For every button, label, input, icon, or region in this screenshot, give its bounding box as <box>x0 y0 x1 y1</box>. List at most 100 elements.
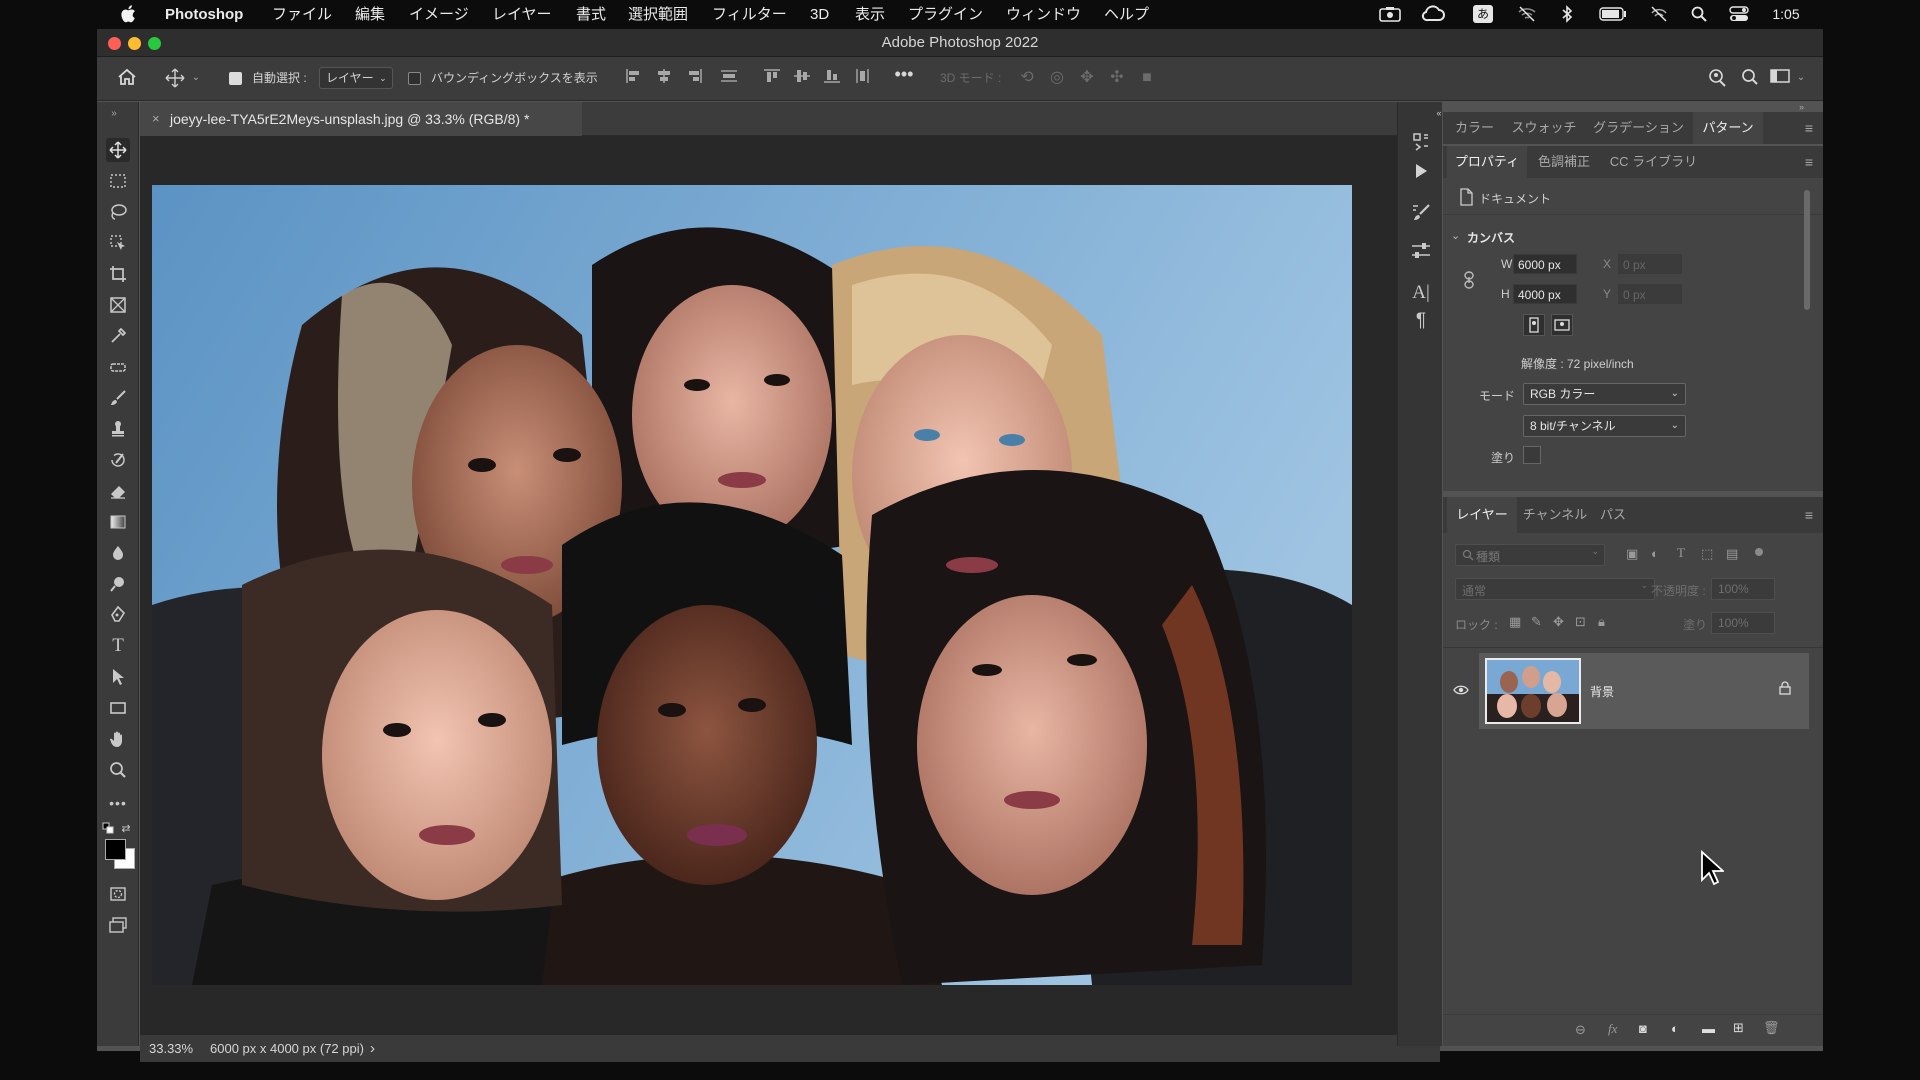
eraser-tool-icon[interactable] <box>106 479 130 503</box>
home-icon[interactable] <box>117 68 137 88</box>
workspace-dropdown-icon[interactable]: ⌄ <box>1791 68 1811 88</box>
3d-camera-icon[interactable]: ■ <box>1137 68 1157 88</box>
canvas-fill-color-swatch[interactable] <box>1523 446 1541 464</box>
new-layer-icon[interactable]: ⊞ <box>1733 1020 1744 1036</box>
menu-edit[interactable]: 編集 <box>355 0 385 29</box>
adjustments-sliders-icon[interactable] <box>1410 242 1432 264</box>
tab-properties[interactable]: プロパティ <box>1447 146 1527 178</box>
tab-swatches[interactable]: スウォッチ <box>1504 112 1584 144</box>
spot-healing-brush-tool-icon[interactable] <box>106 355 130 379</box>
blur-tool-icon[interactable] <box>106 541 130 565</box>
lock-image-pixels-icon[interactable]: ✎ <box>1531 614 1542 630</box>
delete-layer-trash-icon[interactable]: 🗑︎ <box>1763 1020 1780 1036</box>
layer-style-fx-icon[interactable]: fx <box>1608 1021 1617 1037</box>
eyedropper-tool-icon[interactable] <box>106 324 130 348</box>
filter-pixel-layer-icon[interactable]: ▣ <box>1626 546 1638 562</box>
menu-layer[interactable]: レイヤー <box>492 0 552 29</box>
rectangle-tool-icon[interactable] <box>106 696 130 720</box>
tab-channels[interactable]: チャンネル <box>1519 497 1591 533</box>
filter-shape-layer-icon[interactable]: ⬚ <box>1701 546 1713 562</box>
canvas-y-field[interactable]: 0 px <box>1618 284 1682 304</box>
auto-select-target-select[interactable]: レイヤー ⌄ <box>319 67 393 89</box>
status-info-menu-icon[interactable]: › <box>370 1035 375 1062</box>
align-bottom-icon[interactable] <box>822 68 842 88</box>
tab-gradients[interactable]: グラデーション <box>1586 112 1691 144</box>
zoom-tool-icon[interactable] <box>106 758 130 782</box>
hand-tool-icon[interactable] <box>106 727 130 751</box>
properties-scrollbar-thumb[interactable] <box>1804 190 1810 310</box>
menu-select[interactable]: 選択範囲 <box>628 0 688 29</box>
close-document-icon[interactable]: × <box>152 102 160 136</box>
history-brush-tool-icon[interactable] <box>106 448 130 472</box>
align-horizontal-center-icon[interactable] <box>654 68 674 88</box>
spotlight-search-icon[interactable] <box>1688 0 1710 29</box>
lock-position-icon[interactable]: ✥ <box>1553 614 1564 630</box>
new-adjustment-layer-icon[interactable]: ◐ <box>1671 1021 1679 1036</box>
lock-transparent-pixels-icon[interactable]: ▦ <box>1509 614 1521 630</box>
distribute-horizontal-icon[interactable] <box>853 68 873 88</box>
quick-mask-icon[interactable] <box>106 882 130 906</box>
path-selection-tool-icon[interactable] <box>106 665 130 689</box>
zoom-level[interactable]: 33.33% <box>149 1035 193 1062</box>
pen-tool-icon[interactable] <box>106 603 130 627</box>
creative-cloud-icon[interactable] <box>1420 0 1446 29</box>
menu-help[interactable]: ヘルプ <box>1104 0 1149 29</box>
canvas-section-title[interactable]: カンバス <box>1467 229 1515 246</box>
layer-row-background[interactable]: 背景 <box>1479 653 1809 729</box>
filter-toggle-icon[interactable] <box>1755 548 1763 556</box>
panel-menu-icon[interactable]: ≡ <box>1805 120 1813 136</box>
align-right-icon[interactable] <box>684 68 704 88</box>
brush-tool-icon[interactable] <box>106 386 130 410</box>
3d-slide-icon[interactable]: ✣ <box>1107 68 1127 88</box>
tab-color[interactable]: カラー <box>1447 112 1502 144</box>
dodge-tool-icon[interactable] <box>106 572 130 596</box>
menu-window[interactable]: ウィンドウ <box>1006 0 1081 29</box>
link-dimensions-icon[interactable] <box>1463 271 1475 294</box>
portrait-orientation-button[interactable] <box>1523 314 1545 336</box>
document-tab[interactable]: × joeyy-lee-TYA5rE2Meys-unsplash.jpg @ 3… <box>140 102 582 136</box>
workspace-icon[interactable] <box>1770 68 1790 88</box>
menu-app-name[interactable]: Photoshop <box>165 0 243 29</box>
canvas-height-field[interactable]: 4000 px <box>1513 284 1577 304</box>
lock-artboard-icon[interactable]: ⊡ <box>1575 614 1586 630</box>
canvas-x-field[interactable]: 0 px <box>1618 254 1682 274</box>
align-left-icon[interactable] <box>624 68 644 88</box>
move-tool-icon[interactable] <box>106 138 130 162</box>
layer-lock-icon[interactable] <box>1779 681 1791 700</box>
3d-orbit-icon[interactable]: ⟲ <box>1017 68 1037 88</box>
menu-view[interactable]: 表示 <box>855 0 885 29</box>
screen-mode-icon[interactable] <box>106 913 130 937</box>
character-panel-icon[interactable]: A| <box>1410 282 1432 304</box>
paragraph-panel-icon[interactable]: ¶ <box>1410 310 1432 332</box>
brush-settings-icon[interactable] <box>1410 202 1432 224</box>
blend-mode-select[interactable]: 通常 ⌄ <box>1455 578 1655 600</box>
align-top-icon[interactable] <box>762 68 782 88</box>
gradient-tool-icon[interactable] <box>106 510 130 534</box>
align-vertical-center-icon[interactable] <box>792 68 812 88</box>
default-colors-icon[interactable] <box>101 819 115 834</box>
clone-stamp-tool-icon[interactable] <box>106 417 130 441</box>
auto-select-checkbox[interactable] <box>229 72 242 85</box>
layer-name[interactable]: 背景 <box>1590 683 1614 700</box>
menu-file[interactable]: ファイル <box>272 0 332 29</box>
frame-tool-icon[interactable] <box>106 293 130 317</box>
tab-layers[interactable]: レイヤー <box>1447 497 1517 533</box>
airdrop-off-icon[interactable] <box>1648 0 1670 29</box>
document-canvas-photo[interactable] <box>152 185 1352 985</box>
canvas-section-chevron-icon[interactable]: ⌄ <box>1451 229 1460 242</box>
layers-menu-icon[interactable]: ≡ <box>1805 507 1813 523</box>
layer-fill-field[interactable]: 100% <box>1711 612 1775 634</box>
move-tool-preset-icon[interactable] <box>165 68 185 88</box>
tab-cc-libraries[interactable]: CC ライブラリ <box>1601 146 1706 178</box>
canvas-width-field[interactable]: 6000 px <box>1513 254 1577 274</box>
actions-play-icon[interactable] <box>1410 162 1432 184</box>
collapse-tools-icon[interactable]: » <box>102 102 126 126</box>
clock[interactable]: 1:05 <box>1768 0 1804 29</box>
collapse-panels-icon[interactable]: » <box>1799 102 1804 112</box>
more-options-icon[interactable]: ••• <box>894 65 914 88</box>
layer-filter-kind-select[interactable]: 種類 ⌄ <box>1455 544 1605 566</box>
tool-preset-dropdown-icon[interactable]: ⌄ <box>186 68 206 88</box>
3d-pan-icon[interactable]: ✥ <box>1077 68 1097 88</box>
new-group-folder-icon[interactable]: ▬ <box>1702 1021 1715 1036</box>
type-tool-icon[interactable]: T <box>106 634 130 658</box>
